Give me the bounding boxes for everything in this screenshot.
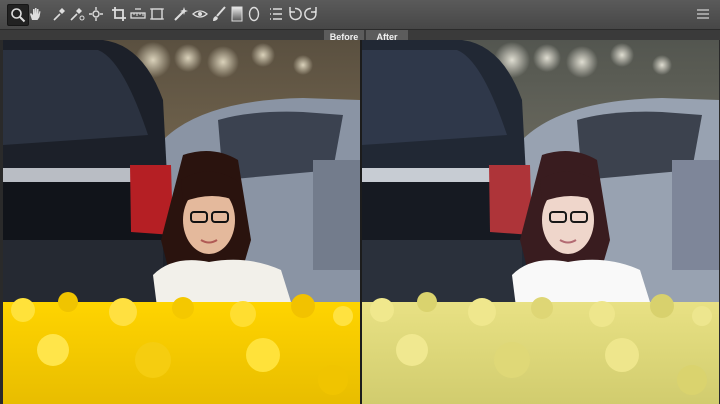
- before-photo-image: [3, 40, 360, 404]
- graduated-filter-icon[interactable]: [228, 5, 246, 23]
- after-photo-image: [362, 40, 719, 404]
- rotate-right-icon[interactable]: [302, 5, 320, 23]
- after-photo[interactable]: [362, 40, 719, 404]
- crop-icon[interactable]: [110, 5, 128, 23]
- menu-icon[interactable]: [696, 7, 710, 21]
- red-eye-icon[interactable]: [191, 5, 209, 23]
- preferences-icon[interactable]: [267, 5, 285, 23]
- transform-icon[interactable]: [148, 5, 166, 23]
- white-balance-icon[interactable]: [50, 5, 68, 23]
- adjustment-brush-icon[interactable]: [210, 5, 228, 23]
- radial-filter-icon[interactable]: [245, 5, 263, 23]
- hand-icon[interactable]: [26, 5, 44, 23]
- targeted-adjustment-icon[interactable]: [87, 5, 105, 23]
- straighten-icon[interactable]: [129, 5, 147, 23]
- camera-raw-toolbar: [0, 0, 720, 30]
- spot-removal-icon[interactable]: [172, 5, 190, 23]
- color-sampler-icon[interactable]: [68, 5, 86, 23]
- before-photo[interactable]: [3, 40, 360, 404]
